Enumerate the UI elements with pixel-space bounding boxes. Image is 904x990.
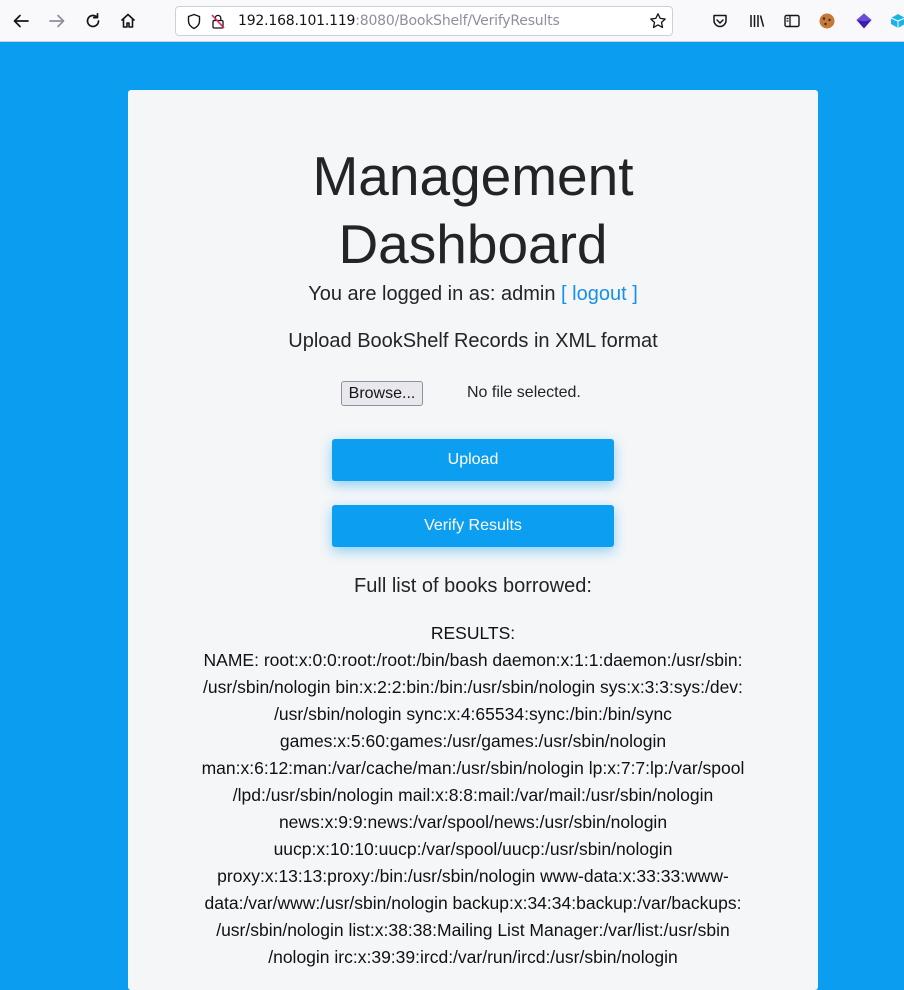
browse-button[interactable]: Browse... [341,381,423,406]
address-bar[interactable]: 192.168.101.119:8080/BookShelf/VerifyRes… [175,6,673,36]
url-path: :8080/BookShelf/VerifyResults [355,13,560,29]
reload-icon[interactable] [79,7,107,35]
upload-heading: Upload BookShelf Records in XML format [288,330,658,352]
results-label: RESULTS: [430,623,516,643]
sidebar-icon[interactable] [778,7,806,35]
layers-extension-icon[interactable] [850,7,878,35]
verify-results-button[interactable]: Verify Results [332,505,614,547]
browser-toolbar: 192.168.101.119:8080/BookShelf/VerifyRes… [0,0,904,42]
url-text[interactable]: 192.168.101.119:8080/BookShelf/VerifyRes… [238,13,560,29]
upload-button[interactable]: Upload [332,439,614,481]
page-title: Management Dashboard [0,142,904,278]
logout-link[interactable]: [ logout ] [561,283,638,305]
home-icon[interactable] [114,7,142,35]
page-title-line1: Management [312,145,634,207]
bookmark-star-icon[interactable] [649,12,667,35]
library-icon[interactable] [743,7,771,35]
shield-icon[interactable] [186,13,202,35]
cube-extension-icon[interactable] [884,7,904,35]
insecure-lock-icon[interactable] [210,13,226,35]
login-status-text: You are logged in as: admin [308,283,556,305]
login-status: You are logged in as: admin [ logout ] [128,283,818,306]
forward-arrow-icon[interactable] [43,7,71,35]
page-title-line2: Dashboard [338,213,608,275]
url-host: 192.168.101.119 [238,13,356,29]
pocket-icon[interactable] [706,7,734,35]
results-block: RESULTS: NAME: root:x:0:0:root:/root:/bi… [190,620,756,971]
cookie-extension-icon[interactable] [813,7,841,35]
books-list-heading: Full list of books borrowed: [354,575,592,597]
file-status-text: No file selected. [467,384,581,401]
results-text: NAME: root:x:0:0:root:/root:/bin/bash da… [201,650,745,967]
back-arrow-icon[interactable] [7,7,35,35]
